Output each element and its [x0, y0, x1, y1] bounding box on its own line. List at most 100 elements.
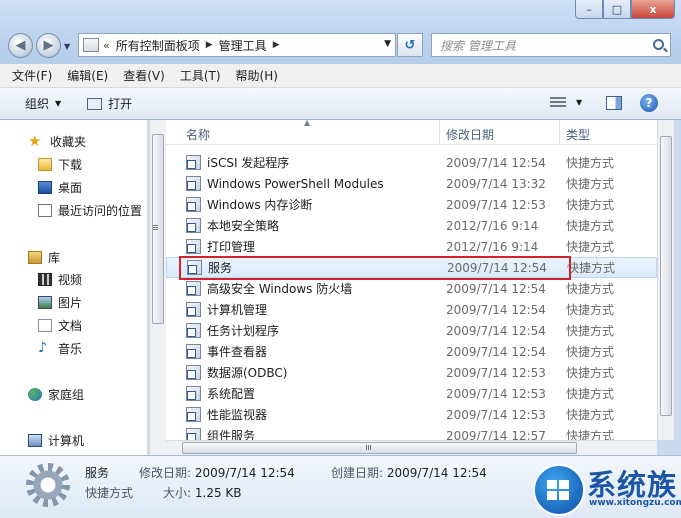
file-name-cell[interactable]: 系统配置: [186, 385, 255, 402]
search-placeholder: 搜索 管理工具: [440, 38, 516, 53]
arrow-right-icon: ▶: [43, 38, 54, 53]
nav-libraries[interactable]: 库: [28, 249, 60, 266]
recent-pages-dropdown[interactable]: ▼: [64, 42, 70, 51]
file-name-cell[interactable]: Windows PowerShell Modules: [186, 176, 384, 191]
menu-file[interactable]: 文件(F): [12, 67, 52, 84]
file-type-cell: 快捷方式: [566, 282, 615, 296]
nav-videos[interactable]: 视频: [38, 271, 82, 288]
annotation-highlight-box: [179, 256, 571, 280]
file-type-cell: 快捷方式: [566, 429, 615, 440]
open-button[interactable]: 打开: [87, 95, 132, 112]
file-type-cell: 快捷方式: [566, 198, 615, 212]
file-row[interactable]: 高级安全 Windows 防火墙 2009/7/14 12:54 快捷方式: [166, 278, 657, 299]
column-date-modified[interactable]: 修改日期: [446, 126, 494, 143]
column-divider[interactable]: [559, 120, 560, 145]
file-row[interactable]: 数据源(ODBC) 2009/7/14 12:53 快捷方式: [166, 362, 657, 383]
organize-label: 组织: [25, 97, 50, 111]
breadcrumb-admin-tools[interactable]: 管理工具: [219, 37, 267, 54]
column-type[interactable]: 类型: [566, 126, 590, 143]
file-name-cell[interactable]: 本地安全策略: [186, 217, 279, 234]
column-name[interactable]: 名称: [186, 126, 210, 143]
file-name: 组件服务: [207, 429, 256, 440]
file-row[interactable]: 事件查看器 2009/7/14 12:54 快捷方式: [166, 341, 657, 362]
nav-favorites[interactable]: ★ 收藏夹: [28, 133, 86, 150]
file-list-scrollbar[interactable]: [657, 120, 674, 440]
file-row[interactable]: 计算机管理 2009/7/14 12:54 快捷方式: [166, 299, 657, 320]
nav-recent-places[interactable]: 最近访问的位置: [38, 202, 142, 219]
search-icon[interactable]: [653, 39, 664, 50]
file-name: 系统配置: [207, 387, 256, 401]
file-name-cell[interactable]: 事件查看器: [186, 343, 267, 360]
file-name-cell[interactable]: iSCSI 发起程序: [186, 154, 289, 171]
file-name-cell[interactable]: 高级安全 Windows 防火墙: [186, 280, 352, 297]
file-row[interactable]: 组件服务 2009/7/14 12:57 快捷方式: [166, 425, 657, 440]
column-divider[interactable]: [439, 120, 440, 145]
file-row[interactable]: 本地安全策略 2012/7/16 9:14 快捷方式: [166, 215, 657, 236]
file-row[interactable]: 打印管理 2012/7/16 9:14 快捷方式: [166, 236, 657, 257]
file-name-cell[interactable]: Windows 内存诊断: [186, 196, 312, 213]
forward-button[interactable]: ▶: [36, 33, 61, 58]
file-name-cell[interactable]: 数据源(ODBC): [186, 364, 287, 381]
menu-help[interactable]: 帮助(H): [236, 67, 278, 84]
views-dropdown-icon[interactable]: ▼: [576, 98, 582, 107]
file-row[interactable]: 任务计划程序 2009/7/14 12:54 快捷方式: [166, 320, 657, 341]
nav-computer[interactable]: 计算机: [28, 432, 84, 449]
breadcrumb-separator-icon[interactable]: ▶: [206, 40, 213, 50]
open-label: 打开: [108, 97, 133, 111]
watermark-logo: 系统族 www.xitongzu.com: [527, 460, 681, 518]
nav-documents-label: 文档: [58, 319, 83, 333]
menu-edit[interactable]: 编辑(E): [67, 67, 108, 84]
address-bar[interactable]: « 所有控制面板项 ▶ 管理工具 ▶ ▼: [78, 33, 396, 57]
shortcut-icon: [186, 155, 201, 170]
horizontal-scrollbar[interactable]: [166, 440, 657, 455]
file-type-cell: 快捷方式: [566, 408, 615, 422]
organize-button[interactable]: 组织 ▼: [25, 95, 61, 112]
change-view-icon[interactable]: [550, 97, 566, 109]
computer-icon: [28, 434, 42, 447]
file-row[interactable]: 系统配置 2009/7/14 12:53 快捷方式: [166, 383, 657, 404]
file-name: 高级安全 Windows 防火墙: [207, 282, 353, 296]
documents-icon: [38, 319, 52, 332]
shortcut-icon: [186, 386, 201, 401]
nav-documents[interactable]: 文档: [38, 317, 82, 334]
file-name: Windows 内存诊断: [207, 198, 313, 212]
file-list-scroll-thumb[interactable]: [660, 136, 672, 416]
file-row[interactable]: Windows 内存诊断 2009/7/14 12:53 快捷方式: [166, 194, 657, 215]
preview-pane-icon[interactable]: [606, 96, 622, 110]
address-dropdown-icon[interactable]: ▼: [384, 39, 391, 49]
breadcrumb-separator-icon[interactable]: ▶: [273, 40, 280, 50]
nav-music[interactable]: ♪ 音乐: [38, 340, 82, 357]
refresh-button[interactable]: ↺: [397, 33, 423, 57]
close-button[interactable]: x: [631, 0, 675, 19]
file-name: 数据源(ODBC): [207, 366, 288, 380]
file-row[interactable]: Windows PowerShell Modules 2009/7/14 13:3…: [166, 173, 657, 194]
details-created: 创建日期: 2009/7/14 12:54: [331, 464, 487, 481]
file-type-cell: 快捷方式: [567, 261, 616, 275]
menu-tools[interactable]: 工具(T): [180, 67, 221, 84]
libraries-icon: [28, 251, 42, 264]
file-name-cell[interactable]: 计算机管理: [186, 301, 267, 318]
nav-downloads[interactable]: 下载: [38, 156, 82, 173]
file-row[interactable]: 性能监视器 2009/7/14 12:53 快捷方式: [166, 404, 657, 425]
help-icon[interactable]: ?: [640, 94, 658, 112]
search-input[interactable]: 搜索 管理工具: [431, 33, 671, 57]
file-name-cell[interactable]: 性能监视器: [186, 406, 267, 423]
address-overflow-chevron[interactable]: «: [103, 39, 110, 52]
nav-downloads-label: 下载: [58, 158, 83, 172]
nav-pictures[interactable]: 图片: [38, 294, 82, 311]
nav-desktop[interactable]: 桌面: [38, 179, 82, 196]
file-name-cell[interactable]: 组件服务: [186, 427, 255, 440]
music-icon: ♪: [38, 340, 47, 356]
back-button[interactable]: ◀: [8, 33, 33, 58]
nav-pane-scrollbar[interactable]: [149, 120, 166, 455]
nav-homegroup[interactable]: 家庭组: [28, 386, 84, 403]
menu-view[interactable]: 查看(V): [123, 67, 165, 84]
file-name-cell[interactable]: 打印管理: [186, 238, 255, 255]
file-name-cell[interactable]: 任务计划程序: [186, 322, 279, 339]
horizontal-scroll-thumb[interactable]: [182, 442, 577, 454]
maximize-button[interactable]: □: [603, 0, 631, 19]
shortcut-icon: [186, 365, 201, 380]
file-row[interactable]: iSCSI 发起程序 2009/7/14 12:54 快捷方式: [166, 152, 657, 173]
minimize-button[interactable]: –: [575, 0, 603, 19]
breadcrumb-control-panel[interactable]: 所有控制面板项: [116, 37, 200, 54]
